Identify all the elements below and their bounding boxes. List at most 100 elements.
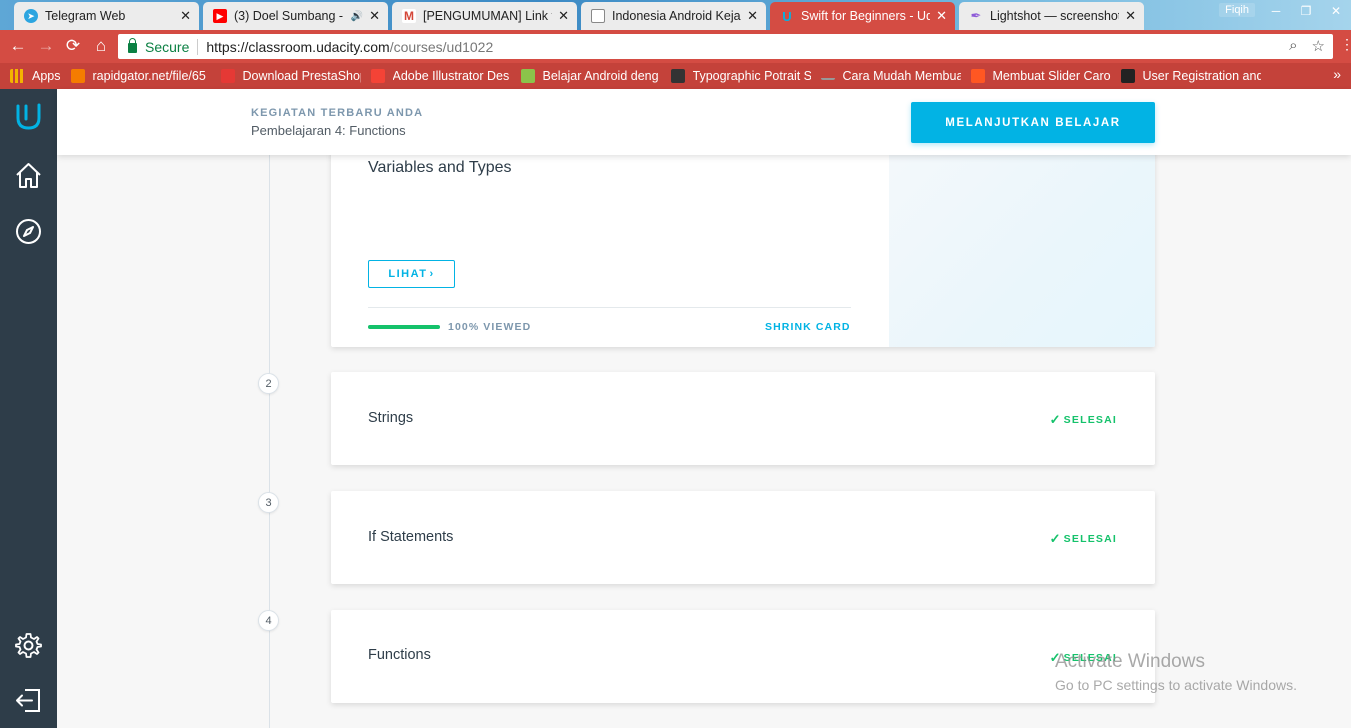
watermark-subtitle: Go to PC settings to activate Windows. — [1055, 677, 1297, 693]
lesson-timeline — [269, 155, 270, 728]
recent-activity-header: KEGIATAN TERBARU ANDA Pembelajaran 4: Fu… — [57, 89, 1351, 155]
reload-icon[interactable]: ⟳ — [62, 36, 84, 56]
divider — [197, 38, 199, 55]
minimize-icon[interactable]: ─ — [1261, 4, 1291, 18]
tab-title: (3) Doel Sumbang - L — [234, 9, 345, 23]
tab-lightshot[interactable]: ✒ Lightshot — screenshot ✕ — [959, 2, 1144, 30]
gmail-icon: M — [402, 9, 416, 23]
completed-label: SELESAI — [1063, 533, 1117, 545]
viewed-status: 100% VIEWED — [448, 321, 532, 333]
bookmark-label: Cara Mudah Membua — [842, 69, 961, 83]
settings-gear-icon[interactable] — [14, 631, 43, 660]
forward-arrow-icon[interactable]: → — [35, 36, 57, 56]
progress-bar — [368, 325, 440, 329]
close-icon[interactable]: ✕ — [558, 8, 569, 24]
menu-icon[interactable]: ⋮ — [1336, 36, 1351, 53]
android-icon — [520, 69, 535, 83]
continue-learning-button[interactable]: MELANJUTKAN BELAJAR — [911, 102, 1155, 143]
lesson-card[interactable]: Functions ✓ SELESAI — [331, 610, 1155, 703]
windows-activation-watermark: Activate Windows Go to PC settings to ac… — [1055, 651, 1297, 693]
bookmark-label: rapidgator.net/file/65 — [92, 69, 206, 83]
recent-activity-label: KEGIATAN TERBARU ANDA — [251, 107, 424, 119]
document-icon — [591, 9, 605, 23]
tab-title: Swift for Beginners - Ud — [801, 9, 931, 23]
lesson-title: Strings — [368, 410, 414, 426]
tab-telegram[interactable]: ➤ Telegram Web ✕ — [14, 2, 199, 30]
tab-title: Telegram Web — [45, 9, 126, 23]
bookmark-label: Adobe Illustrator Des — [392, 69, 510, 83]
telegram-icon: ➤ — [24, 9, 38, 23]
lesson-card[interactable]: Strings ✓ SELESAI — [331, 372, 1155, 465]
close-icon[interactable]: ✕ — [747, 8, 758, 24]
secure-indicator[interactable]: Secure — [128, 37, 190, 55]
bookmark-label: User Registration and — [1142, 69, 1261, 83]
bookmark-cara-mudah[interactable]: Cara Mudah Membua — [820, 69, 961, 83]
youtube-icon: ▶ — [213, 9, 227, 23]
close-icon[interactable]: ✕ — [936, 8, 947, 24]
tab-youtube[interactable]: ▶ (3) Doel Sumbang - L 🔊 ✕ — [203, 2, 388, 30]
lesson-card-artwork — [889, 145, 1155, 347]
step-number: 2 — [258, 373, 279, 394]
home-icon[interactable]: ⌂ — [90, 36, 112, 56]
bookmark-user-registration[interactable]: User Registration and — [1120, 69, 1261, 83]
bookmark-rapidgator[interactable]: rapidgator.net/file/65 — [70, 69, 211, 83]
chevron-right-icon: › — [429, 268, 435, 280]
mask-icon — [1120, 69, 1135, 83]
close-window-icon[interactable]: ✕ — [1321, 4, 1351, 18]
bookmark-label: Belajar Android deng — [542, 69, 659, 83]
step-number: 3 — [258, 492, 279, 513]
tab-udacity[interactable]: U Swift for Beginners - Ud ✕ — [770, 2, 955, 30]
prestashop-icon — [220, 69, 235, 83]
tab-title: Indonesia Android Kejar — [612, 9, 742, 23]
dash-icon — [820, 72, 835, 80]
logout-icon[interactable] — [14, 686, 43, 715]
completed-label: SELESAI — [1063, 414, 1117, 426]
bookmark-label: Apps — [32, 69, 61, 83]
back-arrow-icon[interactable]: ← — [7, 36, 29, 56]
close-icon[interactable]: ✕ — [1125, 8, 1136, 24]
bookmark-slider[interactable]: Membuat Slider Caro — [970, 69, 1111, 83]
speaker-icon: 🔊 — [350, 10, 364, 22]
bookmark-label: Membuat Slider Caro — [992, 69, 1111, 83]
lesson-title: Variables and Types — [368, 159, 512, 176]
more-bookmarks-icon[interactable]: » — [1333, 66, 1341, 82]
tab-title: [PENGUMUMAN] Link f — [423, 9, 553, 23]
restore-icon[interactable]: ❐ — [1291, 4, 1321, 18]
close-icon[interactable]: ✕ — [369, 8, 380, 24]
lesson-card[interactable]: If Statements ✓ SELESAI — [331, 491, 1155, 584]
lock-icon — [128, 37, 137, 53]
progress-fill — [368, 325, 440, 329]
compass-icon[interactable] — [14, 217, 43, 246]
watermark-title: Activate Windows — [1055, 651, 1205, 672]
tab-title: Lightshot — screenshot — [990, 9, 1120, 23]
bookmark-illustrator[interactable]: Adobe Illustrator Des — [370, 69, 511, 83]
completed-badge: ✓ SELESAI — [1050, 412, 1117, 428]
tab-indonesia-android[interactable]: Indonesia Android Kejar ✕ — [581, 2, 766, 30]
bookmark-apps[interactable]: Apps — [10, 69, 61, 83]
typography-icon — [670, 69, 685, 83]
address-bar[interactable]: Secure https://classroom.udacity.com/cou… — [118, 34, 1333, 59]
bookmark-label: Download PrestaShop — [242, 69, 361, 83]
profile-badge[interactable]: Fiqih — [1219, 3, 1255, 17]
checkmark-icon: ✓ — [1049, 412, 1062, 427]
checkmark-icon: ✓ — [1049, 531, 1062, 546]
rapidgator-icon — [70, 69, 85, 83]
bookmark-prestashop[interactable]: Download PrestaShop — [220, 69, 361, 83]
url-path: /courses/ud1022 — [389, 38, 494, 55]
card-divider — [368, 307, 851, 308]
shrink-card-button[interactable]: SHRINK CARD — [765, 321, 851, 333]
step-number: 4 — [258, 610, 279, 631]
view-lesson-label: LIHAT — [388, 268, 428, 280]
view-lesson-button[interactable]: LIHAT › — [368, 260, 455, 288]
star-bookmark-icon[interactable]: ☆ — [1312, 37, 1325, 55]
close-icon[interactable]: ✕ — [180, 8, 191, 24]
tab-gmail[interactable]: M [PENGUMUMAN] Link f ✕ — [392, 2, 577, 30]
recent-activity-lesson[interactable]: Pembelajaran 4: Functions — [251, 123, 406, 138]
bookmarks-bar: Apps rapidgator.net/file/65 Download Pre… — [0, 63, 1351, 89]
udacity-logo-icon[interactable] — [14, 102, 43, 131]
home-icon[interactable] — [14, 161, 43, 190]
secure-label: Secure — [145, 38, 190, 55]
zoom-search-icon[interactable]: ⌕ — [1289, 37, 1297, 55]
bookmark-typographic[interactable]: Typographic Potrait S — [670, 69, 811, 83]
bookmark-android[interactable]: Belajar Android deng — [520, 69, 661, 83]
